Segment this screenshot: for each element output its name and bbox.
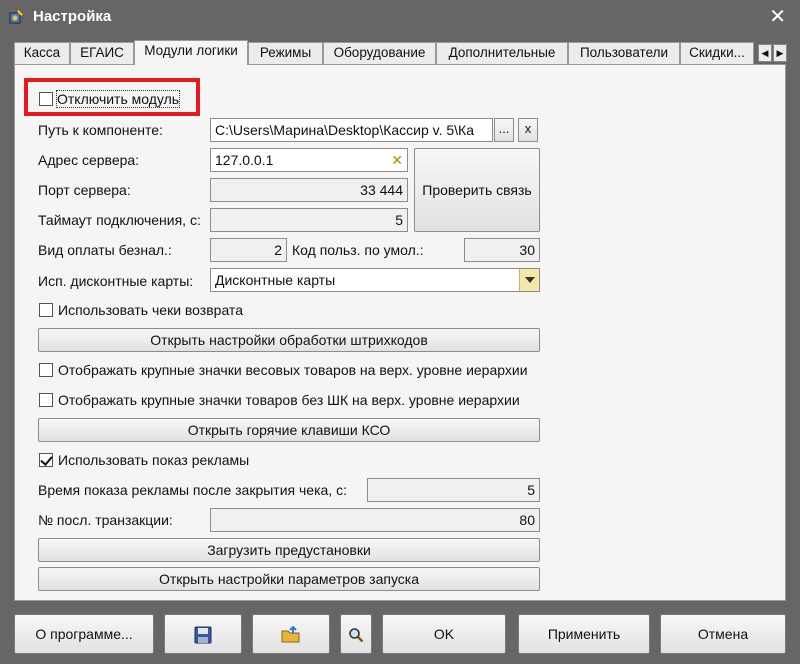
ad-time-field[interactable]: 5 — [367, 478, 540, 502]
use-return-receipts-label: Использовать чеки возврата — [58, 302, 243, 318]
settings-app-icon — [9, 8, 25, 24]
save-icon — [194, 626, 212, 644]
ok-button[interactable]: OK — [382, 614, 506, 654]
ad-time-label: Время показа рекламы после закрытия чека… — [38, 482, 347, 498]
hotkeys-button[interactable]: Открыть горячие клавиши КСО — [38, 418, 540, 442]
large-nobarcode-icons-label: Отображать крупные значки товаров без ШК… — [58, 392, 520, 408]
clear-address-icon[interactable]: ✕ — [391, 149, 403, 171]
settings-window: Настройка ✕ Касса ЕГАИС Модули логики Ре… — [0, 0, 800, 664]
server-address-field[interactable]: 127.0.0.1 ✕ — [210, 148, 408, 172]
server-address-value: 127.0.0.1 — [215, 152, 274, 168]
default-user-code-label: Код польз. по умол.: — [292, 242, 424, 258]
last-transaction-label: № посл. транзакции: — [38, 512, 173, 528]
barcode-settings-button[interactable]: Открыть настройки обработки штрихкодов — [38, 328, 540, 352]
timeout-label: Таймаут подключения, с: — [38, 212, 201, 228]
discount-cards-select[interactable]: Дисконтные карты — [210, 268, 540, 292]
tab-logic-modules[interactable]: Модули логики — [134, 40, 248, 65]
tab-users[interactable]: Пользователи — [568, 42, 680, 64]
close-icon[interactable]: ✕ — [769, 4, 786, 28]
search-icon — [349, 628, 364, 643]
load-button[interactable] — [252, 614, 330, 654]
check-connection-button[interactable]: Проверить связь — [414, 148, 540, 232]
tab-discounts[interactable]: Скидки... — [680, 42, 754, 64]
apply-button[interactable]: Применить — [518, 614, 650, 654]
search-button[interactable] — [340, 614, 372, 654]
large-weight-icons-checkbox[interactable] — [39, 363, 53, 377]
clear-path-button[interactable]: x — [518, 118, 538, 142]
server-port-field[interactable]: 33 444 — [210, 178, 408, 202]
tab-scroll-left-icon[interactable]: ◀ — [758, 44, 772, 62]
use-return-receipts-checkbox[interactable] — [39, 303, 53, 317]
chevron-down-icon[interactable] — [519, 269, 539, 291]
folder-open-icon — [281, 625, 300, 643]
tab-additional[interactable]: Дополнительные — [436, 42, 568, 64]
disable-module-label[interactable]: Отключить модуль — [55, 90, 181, 108]
component-path-label: Путь к компоненте: — [38, 122, 163, 138]
large-weight-icons-label: Отображать крупные значки весовых товаро… — [58, 362, 528, 378]
tab-modes[interactable]: Режимы — [248, 42, 323, 64]
tab-kassa[interactable]: Касса — [14, 42, 70, 64]
noncash-payment-label: Вид оплаты безнал.: — [38, 242, 172, 258]
tab-egais[interactable]: ЕГАИС — [70, 42, 134, 64]
default-user-code-field[interactable]: 30 — [464, 238, 540, 262]
discount-cards-label: Исп. дисконтные карты: — [38, 273, 194, 289]
large-nobarcode-icons-checkbox[interactable] — [39, 393, 53, 407]
title-bar: Настройка ✕ — [0, 0, 800, 34]
browse-button[interactable]: ... — [494, 118, 514, 142]
tab-scroll-right-icon[interactable]: ▶ — [773, 44, 787, 62]
save-button[interactable] — [164, 614, 242, 654]
tab-equipment[interactable]: Оборудование — [323, 42, 436, 64]
disable-module-checkbox[interactable] — [39, 92, 53, 106]
window-title: Настройка — [33, 8, 112, 25]
server-port-label: Порт сервера: — [38, 182, 131, 198]
tab-strip: Касса ЕГАИС Модули логики Режимы Оборудо… — [14, 40, 754, 65]
load-presets-button[interactable]: Загрузить предустановки — [38, 538, 540, 562]
server-address-label: Адрес сервера: — [38, 152, 140, 168]
about-button[interactable]: О программе... — [14, 614, 154, 654]
timeout-field[interactable]: 5 — [210, 208, 408, 232]
noncash-payment-field[interactable]: 2 — [210, 238, 287, 262]
last-transaction-field[interactable]: 80 — [210, 508, 540, 532]
component-path-field[interactable]: C:\Users\Марина\Desktop\Кассир v. 5\Ка — [210, 118, 493, 142]
cancel-button[interactable]: Отмена — [660, 614, 786, 654]
use-ads-label: Использовать показ рекламы — [58, 452, 250, 468]
use-ads-checkbox[interactable] — [39, 453, 53, 467]
launch-params-button[interactable]: Открыть настройки параметров запуска — [38, 567, 540, 591]
discount-cards-value: Дисконтные карты — [215, 272, 336, 288]
